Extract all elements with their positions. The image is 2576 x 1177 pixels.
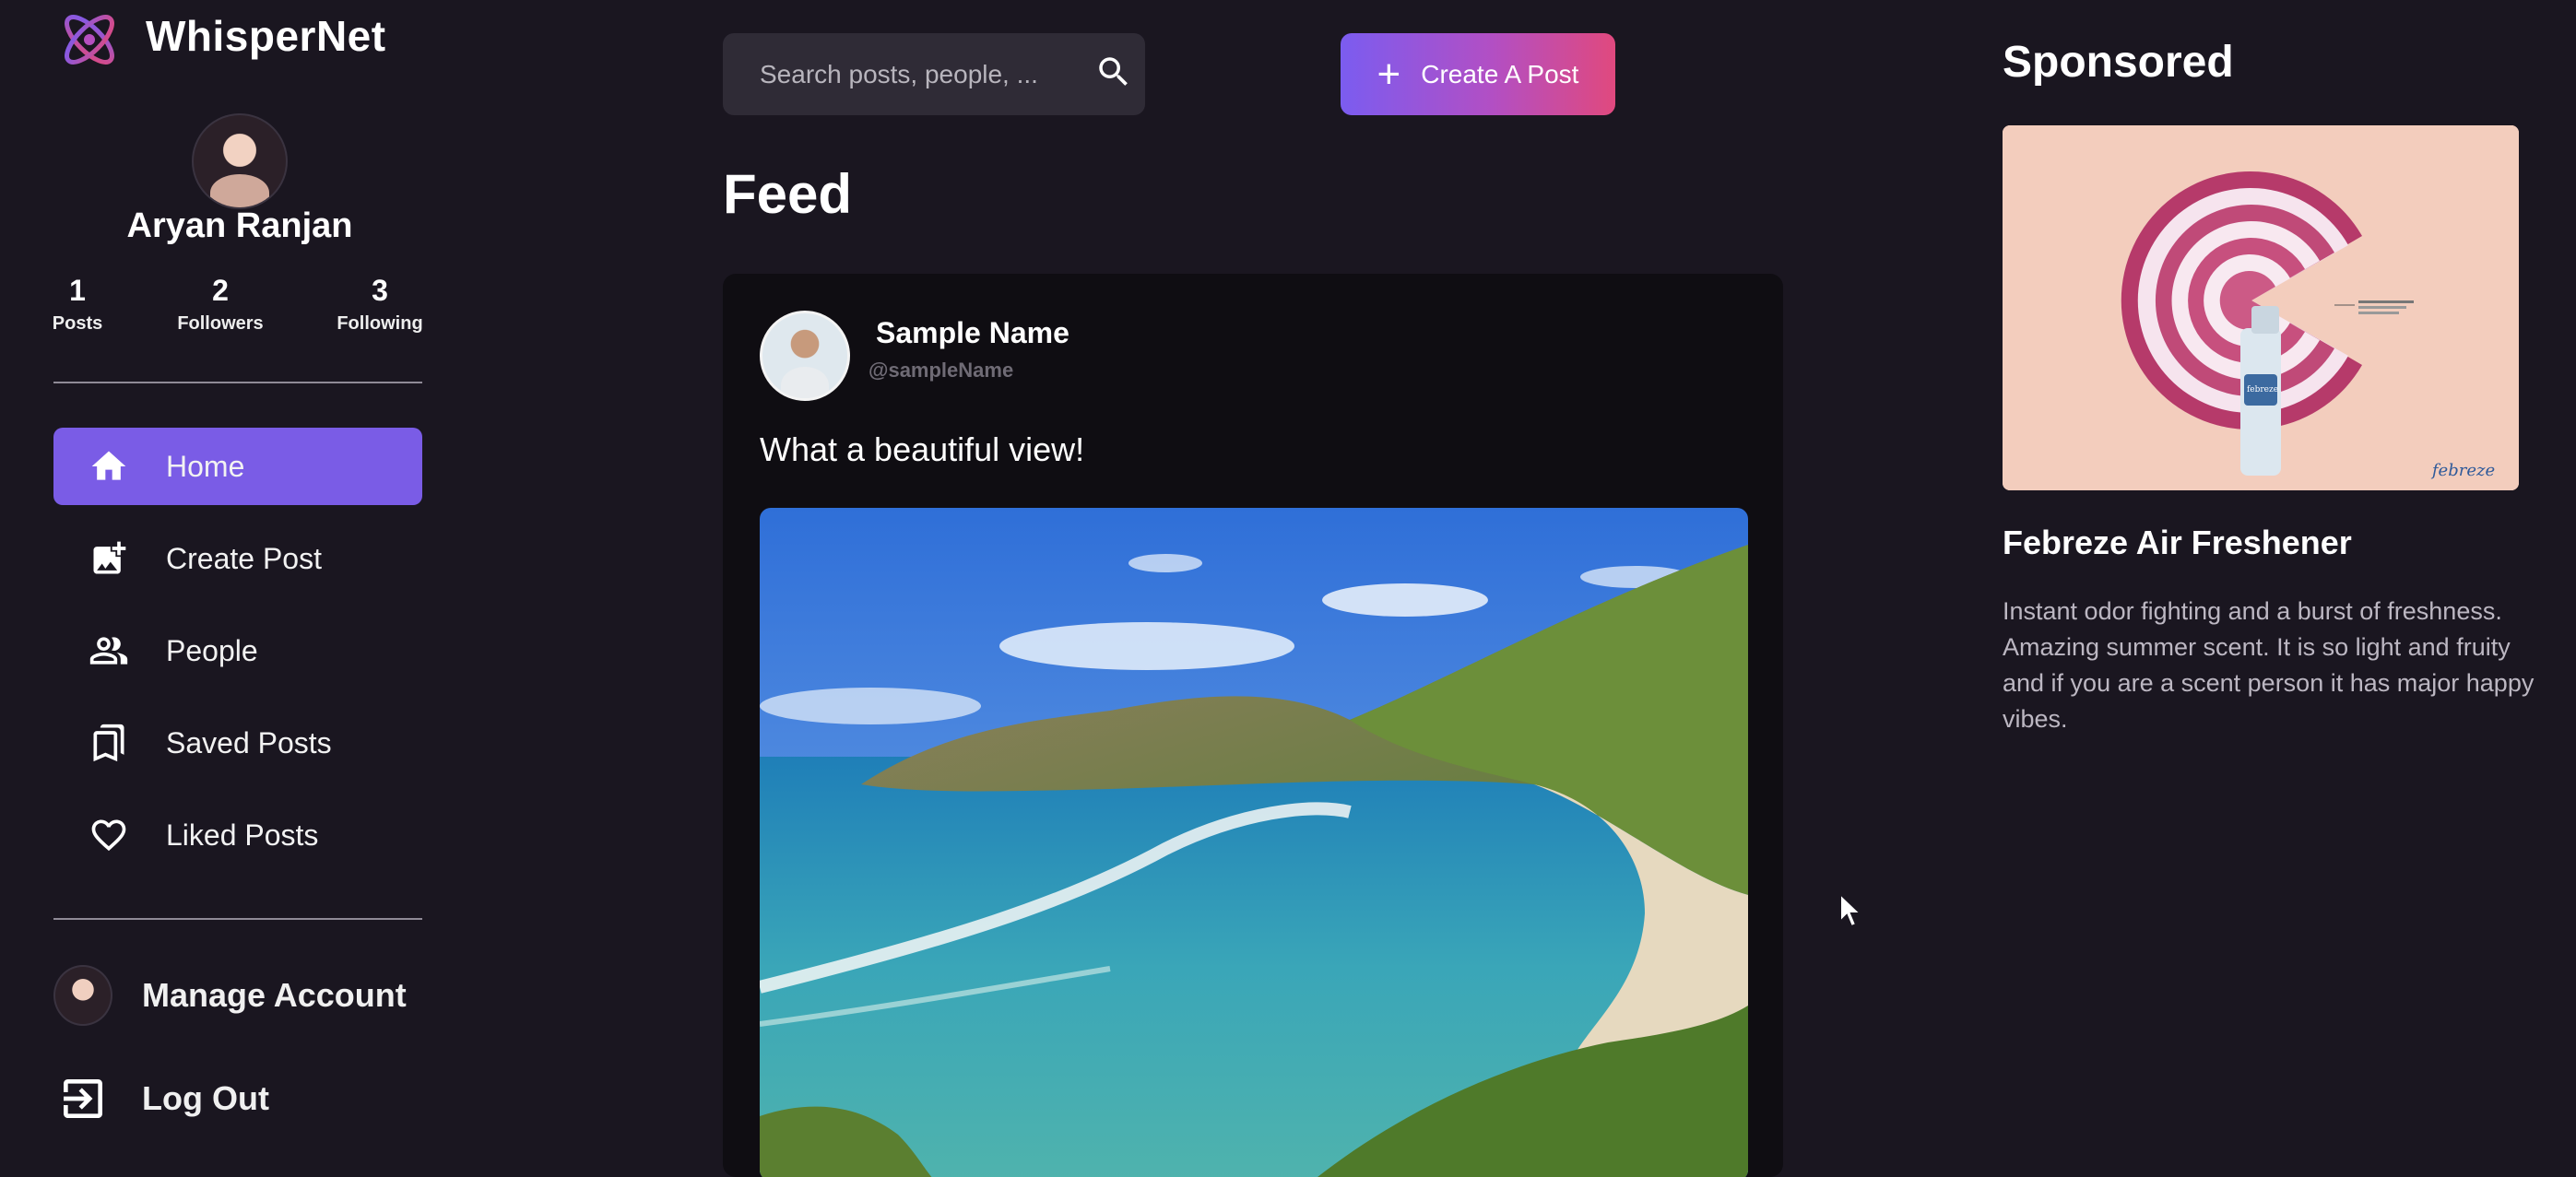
brand-logo-icon[interactable] — [55, 6, 124, 74]
manage-account-button[interactable]: Manage Account — [53, 959, 407, 1032]
mouse-cursor-icon — [1839, 892, 1863, 928]
post-image[interactable] — [760, 508, 1748, 1177]
account-avatar — [53, 965, 112, 1026]
stat-followers-label: Followers — [177, 313, 264, 334]
plus-icon: + — [1377, 51, 1401, 97]
create-post-label: Create A Post — [1421, 59, 1579, 88]
sidebar-item-home[interactable]: Home — [53, 428, 422, 505]
logout-button[interactable]: Log Out — [53, 1062, 269, 1136]
post-card: Sample Name @sampleName What a beautiful… — [723, 274, 1783, 1177]
ad-image[interactable]: febreze febreze — [2003, 125, 2519, 490]
sidebar-item-liked-posts[interactable]: Liked Posts — [53, 796, 422, 874]
stat-followers: 2 Followers — [156, 273, 285, 335]
sidebar-item-label: People — [166, 633, 258, 667]
post-author-name[interactable]: Sample Name — [876, 316, 1069, 350]
stat-following-label: Following — [337, 313, 423, 334]
profile-name: Aryan Ranjan — [126, 206, 353, 245]
sidebar-item-people[interactable]: People — [53, 612, 422, 689]
sidebar-item-label: Create Post — [166, 541, 322, 575]
logout-label: Log Out — [142, 1079, 269, 1117]
stat-posts-label: Posts — [52, 313, 103, 334]
heart-icon — [87, 813, 131, 857]
svg-text:febreze: febreze — [2247, 385, 2278, 394]
search-icon[interactable] — [1094, 53, 1133, 96]
home-icon — [87, 444, 131, 488]
search-bar[interactable] — [723, 33, 1145, 115]
post-caption: What a beautiful view! — [760, 430, 1085, 468]
ad-title[interactable]: Febreze Air Freshener — [2003, 524, 2352, 562]
sidebar-divider-bottom — [53, 918, 422, 920]
ad-description: Instant odor fighting and a burst of fre… — [2003, 597, 2535, 733]
sidebar-item-saved-posts[interactable]: Saved Posts — [53, 704, 422, 782]
sidebar-item-label: Liked Posts — [166, 818, 319, 852]
sponsored-title: Sponsored — [2003, 38, 2234, 87]
brand-name[interactable]: WhisperNet — [146, 11, 386, 61]
people-icon — [87, 629, 131, 673]
post-author-handle: @sampleName — [869, 359, 1014, 382]
sidebar-item-label: Home — [166, 449, 245, 483]
profile-avatar[interactable] — [192, 113, 288, 209]
ad-brand-mark: febreze — [2430, 461, 2495, 480]
post-author-avatar[interactable] — [760, 311, 850, 401]
create-post-button[interactable]: + Create A Post — [1341, 33, 1615, 115]
manage-account-label: Manage Account — [142, 976, 407, 1014]
page-title: Feed — [723, 163, 853, 225]
logout-icon — [53, 1069, 112, 1128]
search-input[interactable] — [758, 58, 1094, 90]
sidebar-divider — [53, 382, 422, 383]
stat-following: 3 Following — [315, 273, 444, 335]
stat-followers-value: 2 — [212, 274, 229, 307]
bookmark-icon — [87, 721, 131, 765]
stat-posts-value: 1 — [69, 274, 86, 307]
stat-posts: 1 Posts — [13, 273, 142, 335]
sidebar-item-create-post[interactable]: Create Post — [53, 520, 422, 597]
sidebar-item-label: Saved Posts — [166, 725, 332, 759]
add-photo-icon — [87, 536, 131, 581]
stat-following-value: 3 — [372, 274, 388, 307]
